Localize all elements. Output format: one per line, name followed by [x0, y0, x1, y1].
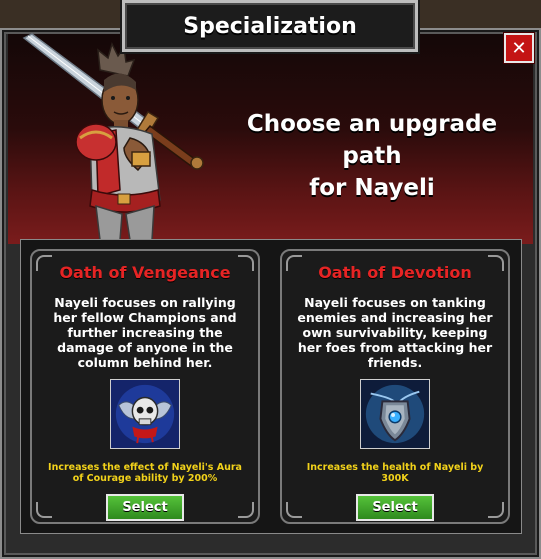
shield-amulet-icon	[360, 379, 430, 449]
dialog-title-plate: Specialization	[122, 0, 418, 52]
option-card-vengeance: Oath of Vengeance Nayeli focuses on rall…	[30, 249, 260, 524]
card-corner	[36, 502, 52, 518]
close-button[interactable]: ✕	[504, 33, 534, 63]
upgrade-prompt: Choose an upgrade path for Nayeli	[222, 108, 522, 204]
select-button-devotion[interactable]: Select	[356, 494, 434, 521]
option-title: Oath of Vengeance	[59, 263, 231, 282]
option-title: Oath of Devotion	[318, 263, 472, 282]
prompt-line-2: for Nayeli	[309, 175, 435, 201]
prompt-line-1: Choose an upgrade path	[246, 111, 498, 169]
option-effect: Increases the effect of Nayeli's Aura of…	[48, 462, 242, 484]
winged-skull-icon	[110, 379, 180, 449]
close-icon: ✕	[511, 37, 527, 59]
option-effect: Increases the health of Nayeli by 300K	[306, 462, 484, 484]
select-button-vengeance[interactable]: Select	[106, 494, 184, 521]
card-corner	[488, 502, 504, 518]
card-corner	[238, 502, 254, 518]
option-card-devotion: Oath of Devotion Nayeli focuses on tanki…	[280, 249, 510, 524]
option-description: Nayeli focuses on rallying her fellow Ch…	[53, 295, 237, 370]
nayeli-portrait	[22, 33, 204, 241]
card-corner	[286, 502, 302, 518]
option-description: Nayeli focuses on tanking enemies and in…	[297, 295, 493, 370]
dialog-title: Specialization	[183, 13, 357, 39]
